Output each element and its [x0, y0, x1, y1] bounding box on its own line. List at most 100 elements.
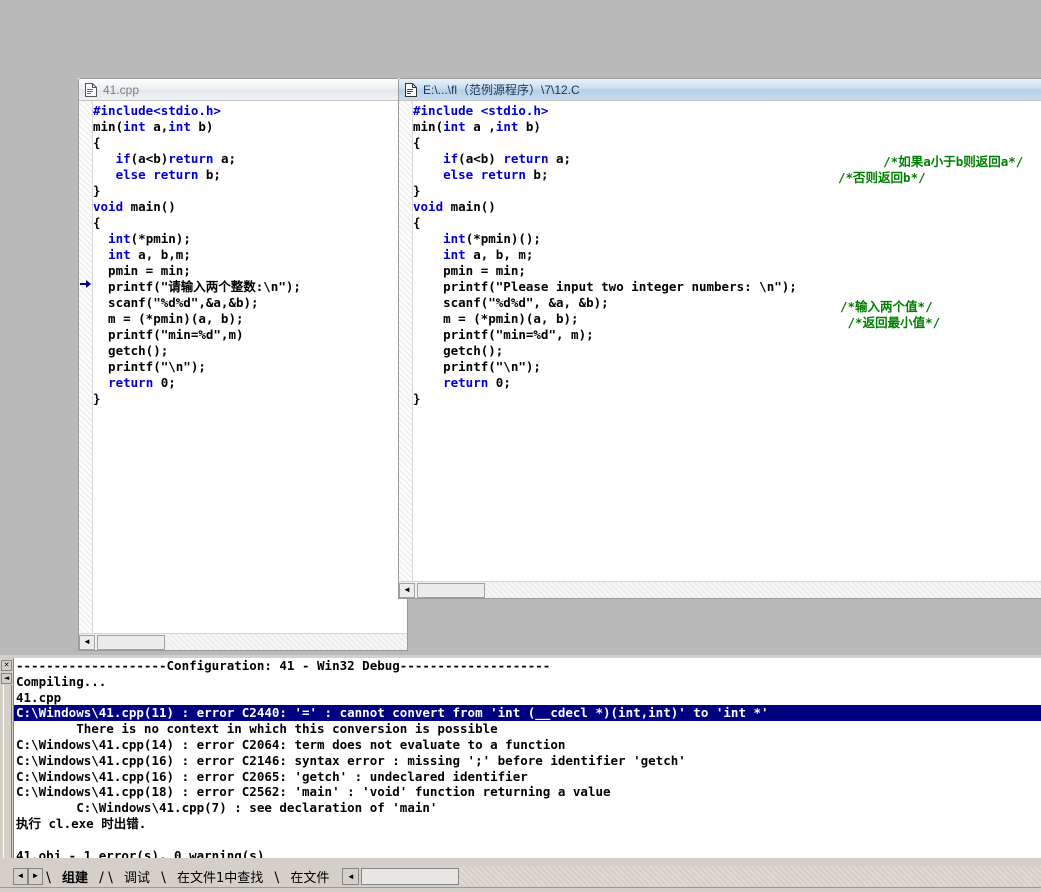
current-statement-arrow-icon: [80, 277, 91, 288]
code-line[interactable]: }: [93, 391, 407, 407]
code-line[interactable]: printf("min=%d", m);: [413, 327, 1041, 343]
code-line[interactable]: if(a<b)return a;: [93, 151, 407, 167]
code-editor-left[interactable]: #include<stdio.h> min(int a,int b){ if(a<…: [79, 100, 407, 650]
tab-separator: /: [99, 870, 104, 886]
editor-window-left[interactable]: 41.cpp #include<stdio.h> min(int a,int b)…: [78, 78, 408, 651]
output-tab-label: 组建: [62, 871, 89, 886]
code-line[interactable]: getch();: [413, 343, 1041, 359]
code-line[interactable]: return 0;: [93, 375, 407, 391]
code-line[interactable]: else return b;: [93, 167, 407, 183]
code-line[interactable]: min(int a ,int b): [413, 119, 1041, 135]
tab-nav-prev-icon[interactable]: ◄: [13, 867, 28, 885]
build-output-line[interactable]: --------------------Configuration: 41 - …: [14, 658, 1041, 674]
tab-separator: \: [274, 870, 280, 886]
build-output-line[interactable]: 41.obj - 1 error(s), 0 warning(s): [14, 848, 1041, 858]
output-tab-label: 在文件: [290, 871, 330, 886]
document-icon: [405, 82, 417, 97]
code-line[interactable]: scanf("%d%d", &a, &b);: [413, 295, 1041, 311]
build-output-line[interactable]: C:\Windows\41.cpp(16) : error C2146: syn…: [14, 753, 1041, 769]
code-line[interactable]: pmin = min;: [413, 263, 1041, 279]
code-line[interactable]: {: [413, 135, 1041, 151]
code-line[interactable]: return 0;: [413, 375, 1041, 391]
code-line[interactable]: int a, b, m;: [413, 247, 1041, 263]
code-line[interactable]: }: [413, 391, 1041, 407]
output-tab-label: 调试: [124, 871, 151, 886]
output-pane-controls: ✕ ◄: [0, 658, 13, 858]
hscroll-thumb[interactable]: [97, 634, 165, 650]
code-line[interactable]: printf("\n");: [413, 359, 1041, 375]
code-line[interactable]: void main(): [413, 199, 1041, 215]
code-line[interactable]: scanf("%d%d",&a,&b);: [93, 295, 407, 311]
build-output-line[interactable]: Compiling...: [14, 674, 1041, 690]
code-line[interactable]: {: [413, 215, 1041, 231]
code-line[interactable]: {: [93, 135, 407, 151]
editor-gutter-left[interactable]: [79, 101, 93, 650]
code-line[interactable]: int(*pmin);: [93, 231, 407, 247]
window-titlebar-right[interactable]: E:\...\fl（范例源程序）\7\12.C: [399, 79, 1041, 100]
build-output-line[interactable]: [14, 832, 1041, 848]
window-title-left-text: 41.cpp: [103, 82, 140, 97]
output-scroll-up-icon[interactable]: ◄: [1, 673, 12, 684]
code-line[interactable]: pmin = min;: [93, 263, 407, 279]
output-tab-0[interactable]: 组建: [53, 867, 97, 886]
code-line[interactable]: printf("请输入两个整数:\n");: [93, 279, 407, 295]
output-tab-2[interactable]: 在文件1中查找: [168, 867, 272, 886]
window-titlebar-left[interactable]: 41.cpp: [79, 79, 407, 100]
output-tabstrip-inner: ◄ ► \ 组建 / \ 调试 \ 在文件1中查找 \ 在文件 ◄: [13, 865, 1041, 887]
hscrollbar-left[interactable]: ◄: [79, 633, 407, 650]
code-line[interactable]: printf("Please input two integer numbers…: [413, 279, 1041, 295]
code-line[interactable]: getch();: [93, 343, 407, 359]
hscroll-track[interactable]: [165, 634, 407, 650]
tab-separator: \: [108, 870, 113, 886]
code-comment-line: /*如果a小于b则返回a*/: [838, 154, 1024, 169]
hscroll-left-arrow-icon[interactable]: ◄: [79, 634, 95, 650]
code-line[interactable]: #include <stdio.h>: [413, 103, 1041, 119]
code-line[interactable]: printf("min=%d",m): [93, 327, 407, 343]
document-icon: [85, 82, 97, 97]
code-comment-line: /*输入两个值*/: [840, 299, 933, 314]
tabstrip-scroll-track[interactable]: [361, 867, 460, 885]
tabstrip-filler: [459, 866, 1041, 886]
code-comment-block-mid: /*输入两个值*/ /*返回最小值*/: [840, 299, 940, 331]
build-output-line[interactable]: C:\Windows\41.cpp(16) : error C2065: 'ge…: [14, 769, 1041, 785]
build-output-line[interactable]: 执行 cl.exe 时出错.: [14, 816, 1041, 832]
output-tab-3[interactable]: 在文件: [281, 867, 338, 886]
code-line[interactable]: #include<stdio.h>: [93, 103, 407, 119]
hscrollbar-right[interactable]: ◄: [399, 581, 1041, 598]
code-line[interactable]: min(int a,int b): [93, 119, 407, 135]
code-comment-block-top: /*如果a小于b则返回a*//*否则返回b*/: [838, 154, 1023, 186]
build-output-line[interactable]: There is no context in which this conver…: [14, 721, 1041, 737]
code-text-left[interactable]: #include<stdio.h> min(int a,int b){ if(a<…: [93, 103, 407, 650]
code-line[interactable]: {: [93, 215, 407, 231]
code-comment-line: /*否则返回b*/: [838, 170, 926, 185]
build-output-line[interactable]: C:\Windows\41.cpp(18) : error C2562: 'ma…: [14, 784, 1041, 800]
output-pane: ✕ ◄ --------------------Configuration: 4…: [0, 655, 1041, 892]
tabstrip-scroll-left-icon[interactable]: ◄: [342, 867, 360, 885]
code-line[interactable]: printf("\n");: [93, 359, 407, 375]
output-tab-1[interactable]: 调试: [115, 867, 159, 886]
code-line[interactable]: void main(): [93, 199, 407, 215]
tab-separator: \: [161, 870, 166, 886]
tab-separator: \: [46, 870, 51, 886]
build-output-line-selected[interactable]: C:\Windows\41.cpp(11) : error C2440: '='…: [14, 705, 1041, 722]
code-line[interactable]: }: [93, 183, 407, 199]
code-line[interactable]: int a, b,m;: [93, 247, 407, 263]
build-output-line[interactable]: C:\Windows\41.cpp(14) : error C2064: ter…: [14, 737, 1041, 753]
build-output-line[interactable]: C:\Windows\41.cpp(7) : see declaration o…: [14, 800, 1041, 816]
code-line[interactable]: m = (*pmin)(a, b);: [93, 311, 407, 327]
output-close-icon[interactable]: ✕: [1, 660, 12, 671]
build-output-text[interactable]: --------------------Configuration: 41 - …: [13, 658, 1041, 858]
hscroll-left-arrow-icon[interactable]: ◄: [399, 582, 415, 598]
status-bar: [0, 887, 1041, 892]
code-line[interactable]: m = (*pmin)(a, b);: [413, 311, 1041, 327]
hscroll-track[interactable]: [485, 582, 1041, 598]
editor-gutter-right[interactable]: [399, 101, 413, 598]
mdi-workspace: 41.cpp #include<stdio.h> min(int a,int b)…: [0, 0, 1041, 655]
window-title-right-text: E:\...\fl（范例源程序）\7\12.C: [423, 83, 580, 97]
output-pane-rail: [3, 685, 12, 858]
output-tabs[interactable]: \ 组建 / \ 调试 \ 在文件1中查找 \ 在文件: [44, 866, 339, 886]
tab-nav-next-icon[interactable]: ►: [28, 867, 43, 885]
code-line[interactable]: int(*pmin)();: [413, 231, 1041, 247]
hscroll-thumb[interactable]: [417, 582, 485, 598]
build-output-line[interactable]: 41.cpp: [14, 690, 1041, 706]
